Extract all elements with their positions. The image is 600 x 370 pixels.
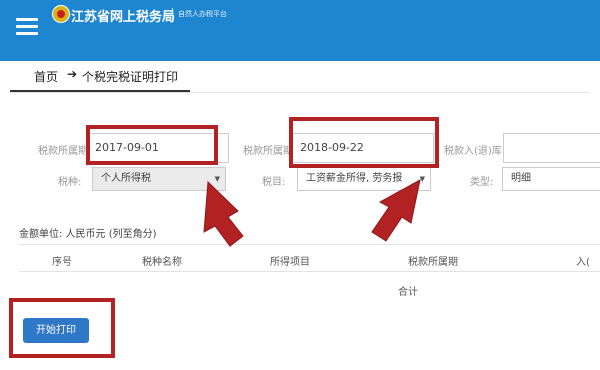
red-arrow-icon: [203, 180, 244, 247]
annotation-arrows: [203, 179, 421, 247]
red-arrow-icon: [371, 179, 421, 242]
